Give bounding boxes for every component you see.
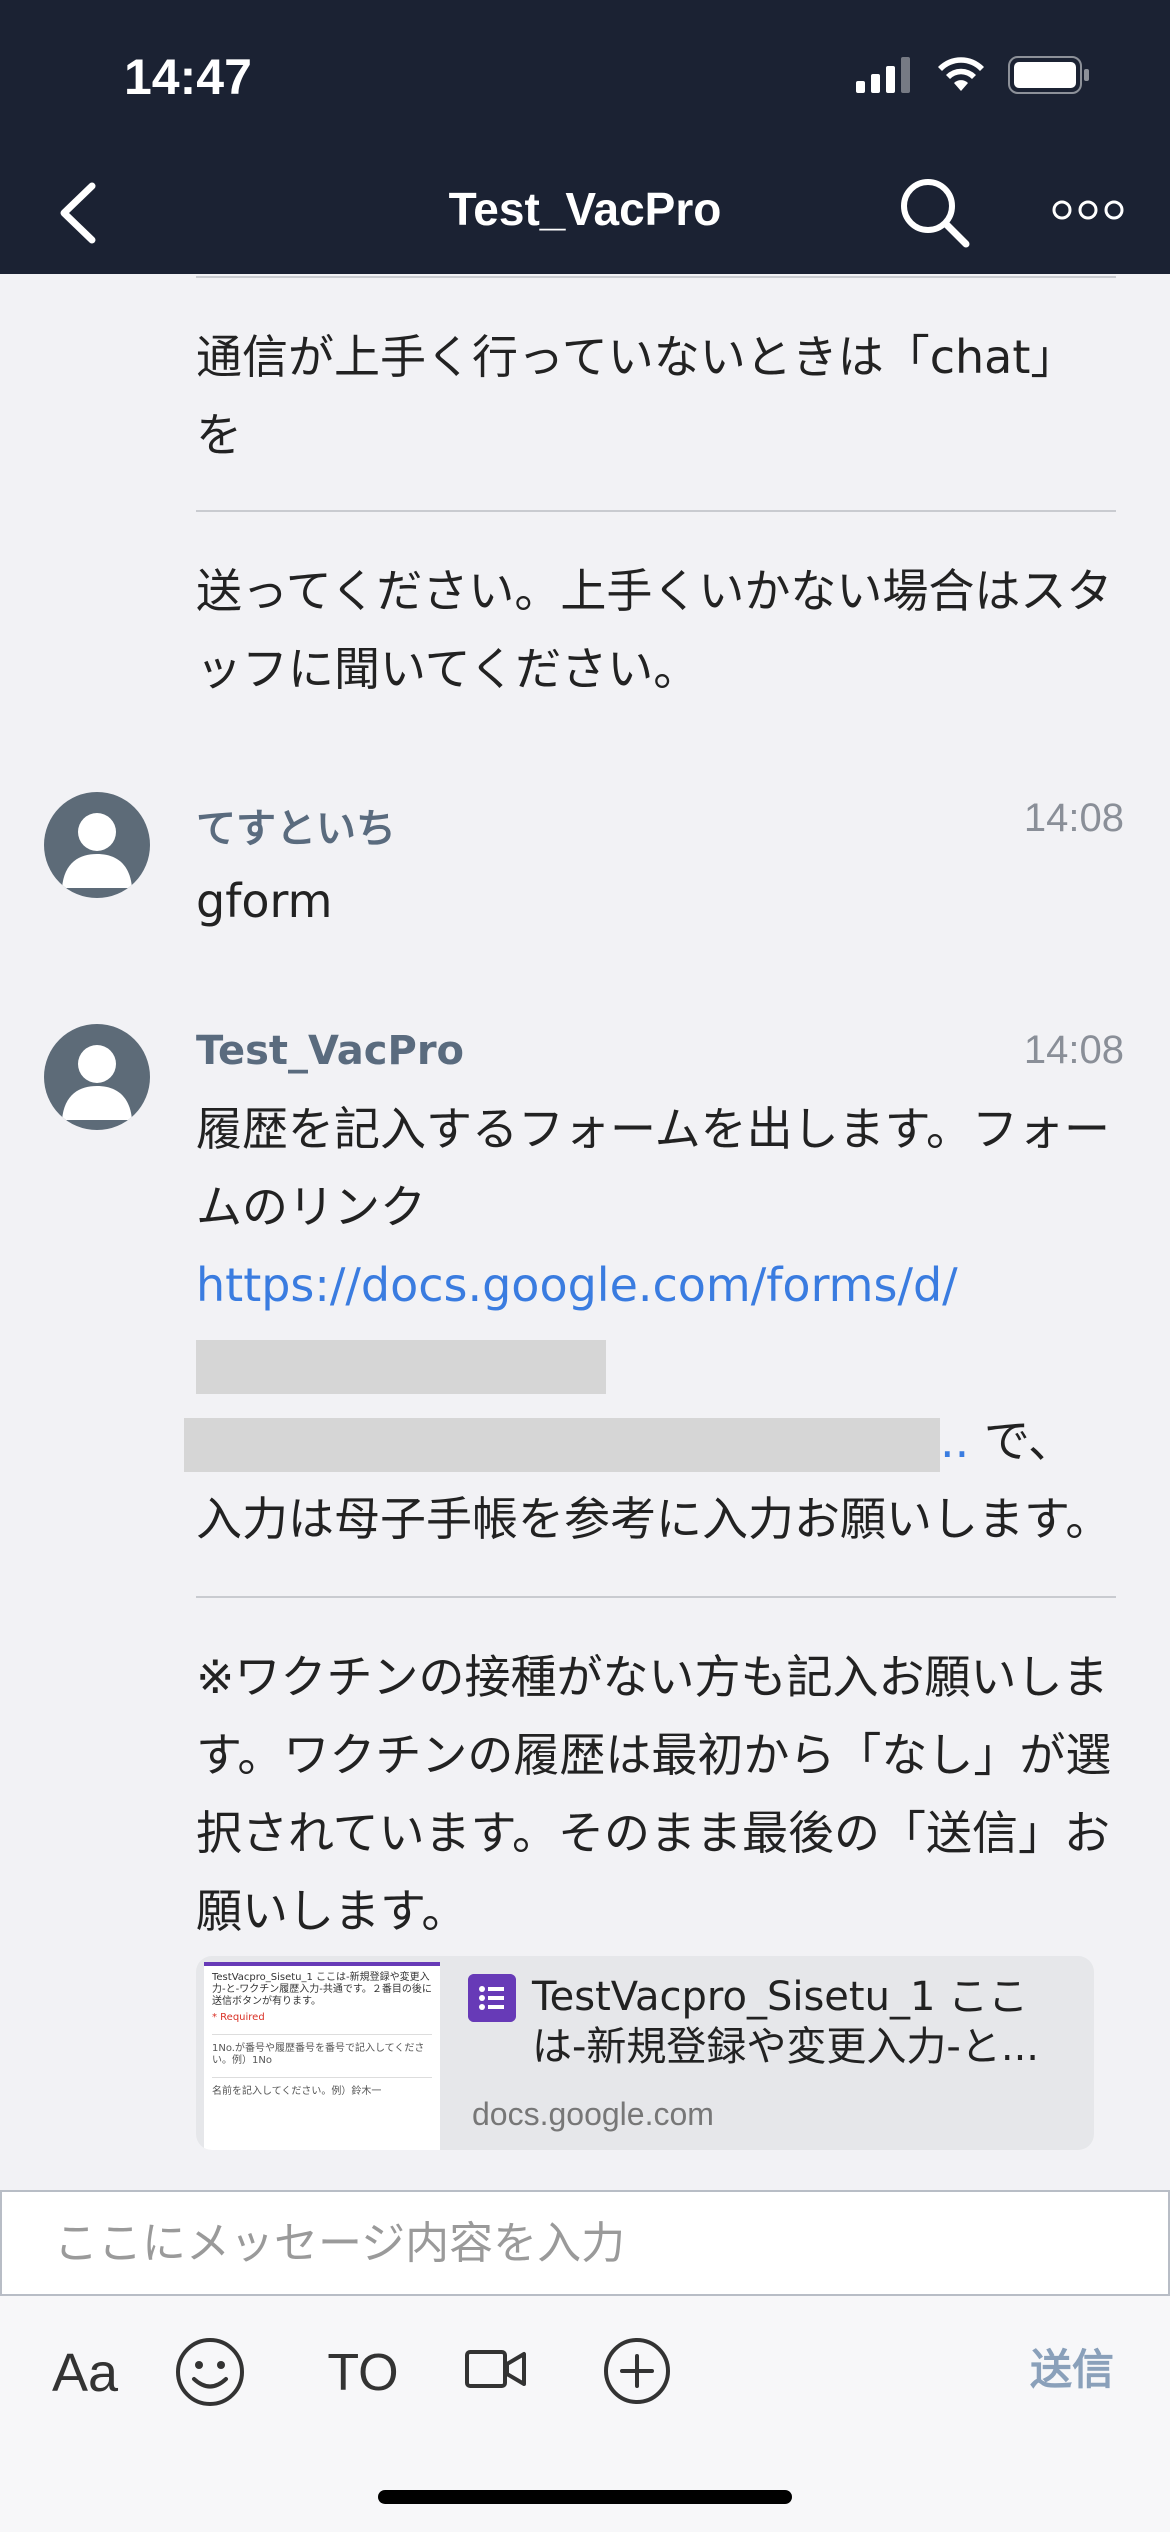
message-text: 通信が上手く行っていないときは「chat」を xyxy=(196,330,1077,462)
link-preview-card[interactable]: TestVacpro_Sisetu_1 ここは-新規登録や変更入力-と-ワクチン… xyxy=(196,1956,1094,2150)
font-style-button[interactable]: Aa xyxy=(30,2328,140,2418)
chat-timeline[interactable]: 通信が上手く行っていないときは「chat」を 送ってください。上手くいかない場合… xyxy=(0,274,1170,2190)
message-time: 14:08 xyxy=(1023,1028,1124,1072)
status-icons xyxy=(856,56,1090,94)
add-attachment-icon[interactable] xyxy=(602,2336,672,2406)
redacted-block xyxy=(196,1339,606,1394)
google-forms-icon xyxy=(468,1974,516,2022)
user-silhouette-icon xyxy=(62,813,132,888)
message-text-part: 履歴を記入するフォームを出します。フォームのリンク xyxy=(196,1102,1111,1234)
sender-name[interactable]: Test_VacPro xyxy=(196,1028,464,1074)
nav-bar: Test_VacPro xyxy=(0,150,1170,274)
preview-domain: docs.google.com xyxy=(472,2096,714,2132)
message-time: 14:08 xyxy=(1023,796,1124,840)
message-divider xyxy=(196,276,1116,278)
video-call-icon[interactable] xyxy=(464,2344,528,2394)
battery-icon xyxy=(1008,56,1089,94)
status-bar: 14:47 xyxy=(0,0,1170,150)
message-divider xyxy=(196,1596,1116,1598)
status-time: 14:47 xyxy=(124,49,252,105)
wifi-icon xyxy=(938,57,984,91)
preview-title: TestVacpro_Sisetu_1 ここは-新規登録や変更入力-と... xyxy=(532,1974,1040,2070)
chat-title: Test_VacPro xyxy=(448,183,722,235)
message-text: ※ワクチンの接種がない方も記入お願いします。ワクチンの履歴は最初から「なし」が選… xyxy=(196,1650,1112,1938)
message-text: 送ってください。上手くいかない場合はスタッフに聞いてください。 xyxy=(196,564,1113,696)
avatar[interactable] xyxy=(44,792,150,898)
redacted-block xyxy=(184,1417,940,1472)
thumb-required: * Required xyxy=(212,2012,265,2023)
thumb-field: 1No.が番号や履歴番号を番号で記入してください。例）1No xyxy=(212,2034,432,2067)
thumb-field: 名前を記入してください。例）鈴木一 xyxy=(212,2077,432,2098)
home-indicator[interactable] xyxy=(378,2490,792,2504)
message-text: 履歴を記入するフォームを出します。フォームのリンク https://docs.g… xyxy=(184,1090,1116,1558)
to-mention-button[interactable]: TO xyxy=(308,2328,418,2418)
form-link[interactable]: https://docs.google.com/forms/d/ xyxy=(196,1258,958,1312)
signal-icon xyxy=(856,57,910,93)
message-input[interactable] xyxy=(2,2192,1168,2294)
form-link-tail[interactable]: .. xyxy=(940,1414,969,1468)
search-icon[interactable] xyxy=(896,174,972,250)
message-input-bar xyxy=(0,2190,1170,2296)
avatar[interactable] xyxy=(44,1024,150,1130)
user-silhouette-icon xyxy=(62,1045,132,1120)
preview-thumbnail: TestVacpro_Sisetu_1 ここは-新規登録や変更入力-と-ワクチン… xyxy=(204,1962,440,2150)
emoji-icon[interactable] xyxy=(172,2334,248,2410)
send-button[interactable]: 送信 xyxy=(1030,2336,1114,2397)
sender-name[interactable]: てすといち xyxy=(196,796,396,854)
thumb-text: TestVacpro_Sisetu_1 ここは-新規登録や変更入力-と-ワクチン… xyxy=(212,1972,432,2007)
message-divider xyxy=(196,510,1116,512)
message-text: gform xyxy=(196,874,333,928)
more-options-icon[interactable] xyxy=(1052,190,1124,230)
